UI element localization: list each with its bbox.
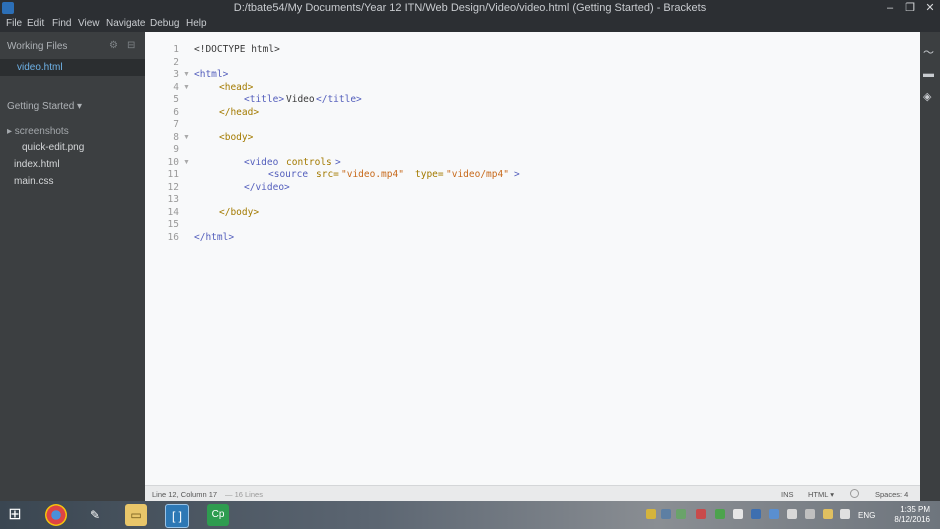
working-file-label: video.html <box>17 62 63 73</box>
tree-file-main-css[interactable]: main.css <box>14 176 53 187</box>
code-src-attr: src= <box>316 169 339 180</box>
line-number: 1 <box>173 44 179 55</box>
menu-navigate[interactable]: Navigate <box>106 18 145 29</box>
code-title-open: <title> <box>244 94 285 105</box>
code-video-end: > <box>335 157 341 168</box>
menu-debug[interactable]: Debug <box>150 18 179 29</box>
network-icon[interactable] <box>805 509 815 519</box>
line-number: 12 <box>167 182 179 193</box>
menu-edit[interactable]: Edit <box>27 18 44 29</box>
fold-arrow-icon[interactable]: ▼ <box>183 134 190 141</box>
window-title: D:/tbate54/My Documents/Year 12 ITN/Web … <box>233 2 707 14</box>
file-explorer-icon[interactable]: ▭ <box>125 504 147 526</box>
menu-help[interactable]: Help <box>186 18 207 29</box>
extension-manager-icon[interactable]: ▬ <box>923 68 934 80</box>
tree-file-index[interactable]: index.html <box>14 159 60 170</box>
indent-spaces[interactable]: Spaces: 4 <box>875 490 908 499</box>
code-src-value: "video.mp4" <box>341 169 404 180</box>
menu-view[interactable]: View <box>78 18 100 29</box>
windows-taskbar: ⊞ ✎ ▭ [ ] Cp ENG 1:35 PM 8/12/2016 <box>0 501 940 529</box>
power-icon[interactable] <box>823 509 833 519</box>
menu-find[interactable]: Find <box>52 18 71 29</box>
tray-icon[interactable] <box>733 509 743 519</box>
tree-folder-screenshots[interactable]: ▸ screenshots <box>7 126 69 137</box>
windows-start-icon[interactable]: ⊞ <box>4 504 26 526</box>
sidebar: Working Files ⚙ ⊟ video.html Getting Sta… <box>0 32 145 501</box>
tree-file-quick-edit[interactable]: quick-edit.png <box>22 142 84 153</box>
menu-file[interactable]: File <box>6 18 22 29</box>
code-video-attr: controls <box>286 157 332 168</box>
code-video-tag: <video <box>244 157 279 168</box>
restore-button[interactable]: ❐ <box>902 1 918 15</box>
code-editor[interactable]: 1 2 3 4 5 6 7 8 9 10 11 12 13 14 15 16 ▼… <box>145 32 920 485</box>
code-head-close: </head> <box>219 107 260 118</box>
line-number: 3 <box>173 69 179 80</box>
code-source-tag: <source <box>268 169 309 180</box>
code-title-text: Video <box>286 94 315 105</box>
line-number: 9 <box>173 144 179 155</box>
tray-icon[interactable] <box>661 509 671 519</box>
code-type-value: "video/mp4" <box>446 169 509 180</box>
insert-mode-toggle[interactable]: INS <box>781 490 794 499</box>
line-number: 4 <box>173 82 179 93</box>
language-indicator[interactable]: ENG <box>858 511 875 520</box>
action-center-icon[interactable] <box>787 509 797 519</box>
linter-status-icon[interactable] <box>850 489 859 498</box>
close-button[interactable]: ✕ <box>922 1 938 15</box>
gear-icon[interactable]: ⚙ <box>109 40 118 51</box>
tray-icon[interactable] <box>715 509 725 519</box>
clock-time: 1:35 PM <box>900 505 930 514</box>
code-doctype: <!DOCTYPE html> <box>194 44 280 55</box>
clock[interactable]: 1:35 PM 8/12/2016 <box>894 505 930 525</box>
tray-icon[interactable] <box>696 509 706 519</box>
right-toolbar: 〜 ▬ ◈ <box>920 32 940 501</box>
tray-icon[interactable] <box>769 509 779 519</box>
line-number: 8 <box>173 132 179 143</box>
code-title-close: </title> <box>316 94 362 105</box>
app-icon[interactable]: ✎ <box>84 504 106 526</box>
bluetooth-icon[interactable] <box>751 509 761 519</box>
line-number: 5 <box>173 94 179 105</box>
live-preview-icon[interactable]: 〜 <box>923 44 934 60</box>
code-html-close: </html> <box>194 232 235 243</box>
minimize-button[interactable]: – <box>882 1 898 15</box>
line-number: 15 <box>167 219 179 230</box>
tray-icon[interactable] <box>646 509 656 519</box>
line-number: 7 <box>173 119 179 130</box>
fold-arrow-icon[interactable]: ▼ <box>183 84 190 91</box>
line-count: — 16 Lines <box>225 490 263 499</box>
clock-date: 8/12/2016 <box>894 515 930 524</box>
fold-arrow-icon[interactable]: ▼ <box>183 71 190 78</box>
code-body-open: <body> <box>219 132 254 143</box>
working-files-header: Working Files <box>7 41 68 52</box>
language-dropdown[interactable]: HTML ▾ <box>808 490 834 499</box>
line-number: 6 <box>173 107 179 118</box>
tray-icon[interactable] <box>676 509 686 519</box>
project-dropdown[interactable]: Getting Started ▾ <box>7 101 82 112</box>
split-view-icon[interactable]: ⊟ <box>127 40 135 51</box>
layers-icon[interactable]: ◈ <box>923 90 931 103</box>
line-number: 11 <box>167 169 179 180</box>
volume-icon[interactable] <box>840 509 850 519</box>
line-number: 13 <box>167 194 179 205</box>
status-bar: Line 12, Column 17 — 16 Lines INS HTML ▾… <box>145 485 920 502</box>
menu-bar: File Edit Find View Navigate Debug Help <box>0 16 940 32</box>
line-number: 16 <box>167 232 179 243</box>
code-body-close: </body> <box>219 207 260 218</box>
line-number: 10 <box>167 157 179 168</box>
chrome-icon[interactable] <box>45 504 67 526</box>
code-head-open: <head> <box>219 82 254 93</box>
captivate-icon[interactable]: Cp <box>207 504 229 526</box>
code-type-attr: type= <box>415 169 444 180</box>
line-number: 14 <box>167 207 179 218</box>
code-video-close: </video> <box>244 182 290 193</box>
cursor-position: Line 12, Column 17 <box>152 490 218 499</box>
brackets-taskbar-icon[interactable]: [ ] <box>165 504 189 528</box>
working-file-item[interactable]: video.html <box>0 59 145 76</box>
code-html-open: <html> <box>194 69 229 80</box>
title-bar: D:/tbate54/My Documents/Year 12 ITN/Web … <box>0 0 940 16</box>
fold-arrow-icon[interactable]: ▼ <box>183 159 190 166</box>
line-number: 2 <box>173 57 179 68</box>
code-source-end: > <box>514 169 520 180</box>
